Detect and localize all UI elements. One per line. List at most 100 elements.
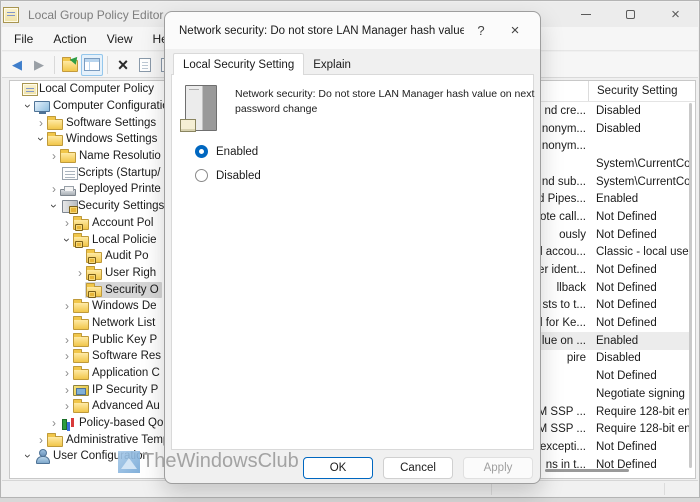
delete-button[interactable]: ×	[112, 54, 134, 76]
tree-item-icon	[60, 149, 76, 164]
tree-item-label: Security O	[105, 283, 159, 296]
maximize-button[interactable]	[608, 2, 653, 27]
tree-item-label: Scripts (Startup/	[78, 166, 161, 179]
dialog-button-row: OK Cancel Apply	[303, 457, 533, 479]
menu-action[interactable]: Action	[43, 29, 96, 49]
security-setting-cell: Enabled	[596, 193, 639, 206]
dialog-help-button[interactable]: ?	[464, 18, 498, 44]
security-setting-cell: Not Defined	[596, 299, 657, 312]
status-bar-divider	[491, 483, 492, 495]
close-button[interactable]: ×	[653, 2, 698, 27]
tree-expander-chevron-icon[interactable]	[62, 383, 72, 397]
tree-expander-chevron-icon[interactable]	[23, 99, 33, 113]
security-setting-cell: Require 128-bit en	[596, 405, 689, 418]
tree-expander-chevron-icon[interactable]	[62, 333, 72, 347]
tree-expander-chevron-icon[interactable]	[62, 216, 72, 230]
tree-item-icon	[60, 415, 76, 431]
list-horizontal-scrollbar[interactable]	[545, 469, 629, 472]
up-one-level-button[interactable]	[59, 54, 81, 76]
tree-expander-chevron-icon[interactable]	[49, 182, 59, 196]
disabled-radio-label: Disabled	[216, 169, 261, 182]
gpedit-app-icon	[3, 6, 19, 23]
tree-item-icon	[47, 432, 63, 447]
tree-item-icon	[60, 185, 76, 196]
toolbar-separator	[107, 55, 108, 74]
enabled-radio-label: Enabled	[216, 145, 259, 158]
back-arrow-icon: ◀	[12, 56, 22, 72]
minimize-button[interactable]	[563, 2, 608, 27]
window-title: Local Group Policy Editor	[28, 7, 164, 22]
tree-expander-chevron-icon[interactable]	[62, 366, 72, 380]
tree-expander-chevron-icon[interactable]	[36, 116, 46, 130]
minimize-icon	[580, 14, 591, 15]
watermark-text: TheWindowsClub	[142, 450, 299, 472]
apply-button[interactable]: Apply	[463, 457, 533, 479]
tab-local-security-setting[interactable]: Local Security Setting	[173, 53, 305, 75]
tree-item-icon	[22, 82, 38, 96]
tree-item-icon	[73, 215, 89, 231]
tree-item-icon	[73, 399, 89, 414]
tree-item-icon	[47, 115, 63, 130]
security-setting-cell: System\CurrentCo	[596, 175, 689, 188]
disabled-radio-button[interactable]	[195, 169, 208, 182]
security-setting-cell: Not Defined	[596, 228, 657, 241]
tree-item-label: Windows De	[92, 300, 157, 313]
tree-item-icon	[34, 448, 50, 465]
enabled-radio-row[interactable]: Enabled	[195, 145, 258, 158]
tree-expander-chevron-icon[interactable]	[23, 449, 33, 463]
security-setting-cell: Not Defined	[596, 440, 657, 453]
security-setting-cell: System\CurrentCo	[596, 157, 689, 170]
security-setting-cell: Enabled	[596, 334, 639, 347]
column-header-security-setting[interactable]: Security Setting	[589, 85, 695, 97]
tree-item-label: Audit Po	[105, 250, 149, 263]
tree-expander-chevron-icon[interactable]	[62, 349, 72, 363]
menu-view[interactable]: View	[97, 29, 143, 49]
server-policy-icon	[180, 85, 217, 132]
tree-item-icon	[73, 332, 89, 347]
tree-item-label: Deployed Printe	[79, 183, 161, 196]
policy-properties-dialog: Network security: Do not store LAN Manag…	[164, 11, 541, 484]
tree-item-icon	[34, 101, 50, 115]
tree-expander-chevron-icon[interactable]	[36, 132, 46, 146]
local-group-policy-editor-window: Local Group Policy Editor × File Action …	[0, 0, 700, 498]
back-button[interactable]: ◀	[6, 54, 28, 76]
tree-item-icon	[73, 315, 89, 330]
tree-expander-chevron-icon[interactable]	[62, 399, 72, 413]
tree-expander-chevron-icon[interactable]	[62, 233, 72, 247]
properties-button[interactable]	[134, 54, 156, 76]
tree-expander-chevron-icon[interactable]	[62, 299, 72, 313]
tree-item-label: Software Settings	[66, 116, 157, 129]
list-vertical-scrollbar[interactable]	[689, 103, 692, 468]
tree-item-label: Computer Configuratio	[53, 100, 169, 113]
tree-item-label: Local Policie	[92, 233, 157, 246]
tab-explain[interactable]: Explain	[304, 56, 360, 75]
tree-item-label: Policy-based Qo	[79, 417, 164, 430]
policy-setting-description: Network security: Do not store LAN Manag…	[235, 88, 535, 115]
properties-doc-icon	[139, 57, 151, 72]
tree-expander-chevron-icon[interactable]	[75, 266, 85, 280]
tree-expander-chevron-icon[interactable]	[36, 433, 46, 447]
tree-expander-chevron-icon[interactable]	[49, 199, 59, 213]
dialog-title: Network security: Do not store LAN Manag…	[179, 24, 464, 37]
status-bar-divider	[664, 483, 665, 495]
show-console-tree-button[interactable]	[81, 53, 103, 76]
security-setting-cell: Negotiate signing	[596, 387, 685, 400]
dialog-close-button[interactable]: ×	[498, 18, 532, 44]
tree-item-icon	[73, 232, 89, 248]
tree-item-label: Software Res	[92, 350, 162, 363]
tree-item-icon	[73, 366, 89, 381]
forward-button[interactable]: ▶	[28, 54, 50, 76]
tree-item-icon	[86, 265, 102, 281]
enabled-radio-button[interactable]	[195, 145, 208, 158]
security-setting-cell: Not Defined	[596, 264, 657, 277]
security-setting-cell: Classic - local use	[596, 246, 689, 259]
menu-file[interactable]: File	[4, 29, 43, 49]
security-setting-cell: Disabled	[596, 122, 641, 135]
cancel-button[interactable]: Cancel	[383, 457, 453, 479]
tree-expander-chevron-icon[interactable]	[49, 416, 59, 430]
security-setting-cell: Disabled	[596, 104, 641, 117]
ok-button[interactable]: OK	[303, 457, 373, 479]
tree-item-label: Application C	[92, 367, 160, 380]
disabled-radio-row[interactable]: Disabled	[195, 169, 261, 182]
tree-expander-chevron-icon[interactable]	[49, 149, 59, 163]
